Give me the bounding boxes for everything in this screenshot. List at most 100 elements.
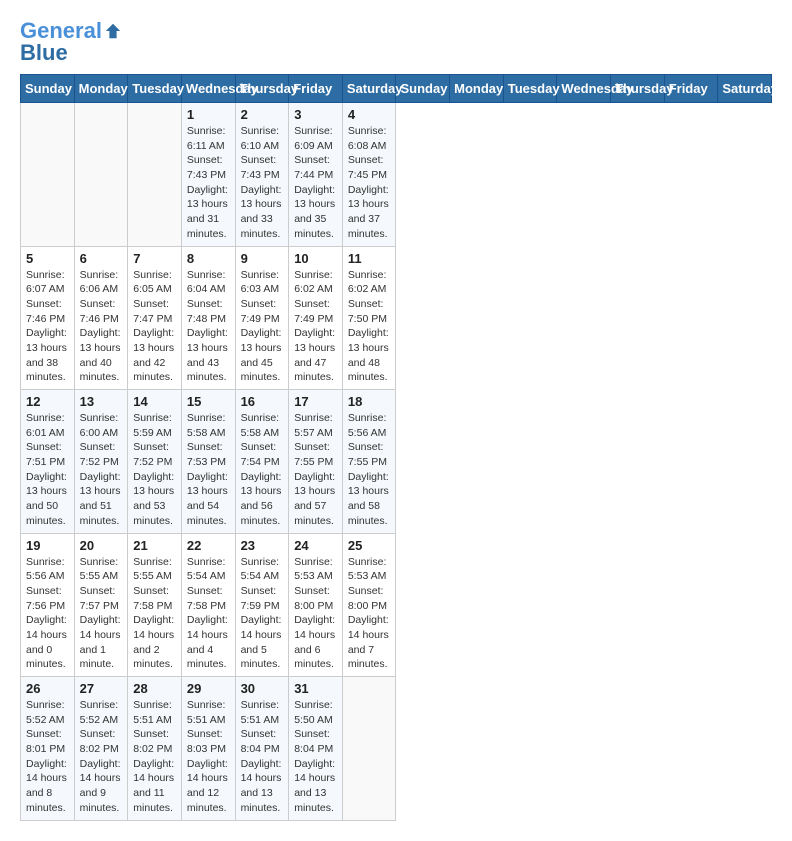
calendar-cell: [21, 103, 75, 247]
day-info: Sunrise: 5:52 AM Sunset: 8:02 PM Dayligh…: [80, 698, 123, 816]
calendar-cell: 15 Sunrise: 5:58 AM Sunset: 7:53 PM Dayli…: [181, 390, 235, 534]
day-info: Sunrise: 6:02 AM Sunset: 7:50 PM Dayligh…: [348, 268, 391, 386]
calendar-cell: 4 Sunrise: 6:08 AM Sunset: 7:45 PM Daylig…: [342, 103, 396, 247]
day-number: 4: [348, 107, 391, 122]
day-number: 31: [294, 681, 337, 696]
day-number: 9: [241, 251, 284, 266]
day-info: Sunrise: 6:10 AM Sunset: 7:43 PM Dayligh…: [241, 124, 284, 242]
day-number: 15: [187, 394, 230, 409]
calendar-cell: 7Sunrise: 6:05 AM Sunset: 7:47 PM Daylig…: [128, 246, 182, 390]
day-info: Sunrise: 5:55 AM Sunset: 7:58 PM Dayligh…: [133, 555, 176, 673]
day-number: 12: [26, 394, 69, 409]
calendar-cell: 12 Sunrise: 6:01 AM Sunset: 7:51 PM Dayli…: [21, 390, 75, 534]
calendar-cell: 21Sunrise: 5:55 AM Sunset: 7:58 PM Dayli…: [128, 533, 182, 677]
day-of-week-header: Monday: [74, 75, 128, 103]
day-number: 16: [241, 394, 284, 409]
day-info: Sunrise: 5:51 AM Sunset: 8:03 PM Dayligh…: [187, 698, 230, 816]
day-number: 27: [80, 681, 123, 696]
day-of-week-header: Thursday: [611, 75, 665, 103]
calendar-cell: 24 Sunrise: 5:53 AM Sunset: 8:00 PM Dayli…: [289, 533, 343, 677]
calendar-cell: 16 Sunrise: 5:58 AM Sunset: 7:54 PM Dayli…: [235, 390, 289, 534]
day-number: 23: [241, 538, 284, 553]
day-info: Sunrise: 5:54 AM Sunset: 7:59 PM Dayligh…: [241, 555, 284, 673]
calendar-cell: 19Sunrise: 5:56 AM Sunset: 7:56 PM Dayli…: [21, 533, 75, 677]
calendar-cell: 11 Sunrise: 6:02 AM Sunset: 7:50 PM Dayli…: [342, 246, 396, 390]
calendar-cell: 29 Sunrise: 5:51 AM Sunset: 8:03 PM Dayli…: [181, 677, 235, 821]
logo-blue: Blue: [20, 42, 122, 64]
day-number: 8: [187, 251, 230, 266]
day-info: Sunrise: 5:53 AM Sunset: 8:00 PM Dayligh…: [348, 555, 391, 673]
day-info: Sunrise: 5:51 AM Sunset: 8:04 PM Dayligh…: [241, 698, 284, 816]
day-number: 5: [26, 251, 69, 266]
day-number: 29: [187, 681, 230, 696]
calendar-cell: 23 Sunrise: 5:54 AM Sunset: 7:59 PM Dayli…: [235, 533, 289, 677]
day-number: 10: [294, 251, 337, 266]
calendar-cell: 2Sunrise: 6:10 AM Sunset: 7:43 PM Daylig…: [235, 103, 289, 247]
day-of-week-header: Friday: [289, 75, 343, 103]
day-of-week-header: Saturday: [718, 75, 772, 103]
calendar-cell: 13 Sunrise: 6:00 AM Sunset: 7:52 PM Dayli…: [74, 390, 128, 534]
calendar-cell: 25 Sunrise: 5:53 AM Sunset: 8:00 PM Dayli…: [342, 533, 396, 677]
calendar-table: SundayMondayTuesdayWednesdayThursdayFrid…: [20, 74, 772, 821]
calendar-cell: 20Sunrise: 5:55 AM Sunset: 7:57 PM Dayli…: [74, 533, 128, 677]
day-number: 22: [187, 538, 230, 553]
day-number: 6: [80, 251, 123, 266]
calendar-cell: 14 Sunrise: 5:59 AM Sunset: 7:52 PM Dayli…: [128, 390, 182, 534]
logo-icon: [104, 22, 122, 40]
day-number: 26: [26, 681, 69, 696]
day-number: 17: [294, 394, 337, 409]
day-number: 30: [241, 681, 284, 696]
day-info: Sunrise: 6:00 AM Sunset: 7:52 PM Dayligh…: [80, 411, 123, 529]
day-info: Sunrise: 5:58 AM Sunset: 7:54 PM Dayligh…: [241, 411, 284, 529]
calendar-week-row: 5 Sunrise: 6:07 AM Sunset: 7:46 PM Daylig…: [21, 246, 772, 390]
calendar-cell: 28Sunrise: 5:51 AM Sunset: 8:02 PM Dayli…: [128, 677, 182, 821]
calendar-cell: 17 Sunrise: 5:57 AM Sunset: 7:55 PM Dayli…: [289, 390, 343, 534]
day-number: 20: [80, 538, 123, 553]
calendar-week-row: 12 Sunrise: 6:01 AM Sunset: 7:51 PM Dayli…: [21, 390, 772, 534]
day-number: 24: [294, 538, 337, 553]
day-info: Sunrise: 6:08 AM Sunset: 7:45 PM Dayligh…: [348, 124, 391, 242]
page-header: General Blue: [20, 20, 772, 64]
calendar-cell: 5 Sunrise: 6:07 AM Sunset: 7:46 PM Daylig…: [21, 246, 75, 390]
calendar-cell: 22Sunrise: 5:54 AM Sunset: 7:58 PM Dayli…: [181, 533, 235, 677]
day-number: 11: [348, 251, 391, 266]
day-info: Sunrise: 6:09 AM Sunset: 7:44 PM Dayligh…: [294, 124, 337, 242]
day-info: Sunrise: 5:57 AM Sunset: 7:55 PM Dayligh…: [294, 411, 337, 529]
day-info: Sunrise: 5:52 AM Sunset: 8:01 PM Dayligh…: [26, 698, 69, 816]
day-info: Sunrise: 5:56 AM Sunset: 7:56 PM Dayligh…: [26, 555, 69, 673]
day-of-week-header: Tuesday: [503, 75, 557, 103]
day-number: 7: [133, 251, 176, 266]
calendar-week-row: 26 Sunrise: 5:52 AM Sunset: 8:01 PM Dayli…: [21, 677, 772, 821]
calendar-cell: 10 Sunrise: 6:02 AM Sunset: 7:49 PM Dayli…: [289, 246, 343, 390]
day-of-week-header: Sunday: [396, 75, 450, 103]
day-number: 1: [187, 107, 230, 122]
calendar-cell: 27 Sunrise: 5:52 AM Sunset: 8:02 PM Dayli…: [74, 677, 128, 821]
day-number: 3: [294, 107, 337, 122]
calendar-cell: 31Sunrise: 5:50 AM Sunset: 8:04 PM Dayli…: [289, 677, 343, 821]
day-info: Sunrise: 5:56 AM Sunset: 7:55 PM Dayligh…: [348, 411, 391, 529]
calendar-week-row: 1 Sunrise: 6:11 AM Sunset: 7:43 PM Daylig…: [21, 103, 772, 247]
calendar-cell: [342, 677, 396, 821]
day-of-week-header: Wednesday: [557, 75, 611, 103]
calendar-cell: 9Sunrise: 6:03 AM Sunset: 7:49 PM Daylig…: [235, 246, 289, 390]
day-info: Sunrise: 6:11 AM Sunset: 7:43 PM Dayligh…: [187, 124, 230, 242]
day-of-week-header: Monday: [450, 75, 504, 103]
calendar-cell: 8 Sunrise: 6:04 AM Sunset: 7:48 PM Daylig…: [181, 246, 235, 390]
day-info: Sunrise: 6:02 AM Sunset: 7:49 PM Dayligh…: [294, 268, 337, 386]
day-info: Sunrise: 6:07 AM Sunset: 7:46 PM Dayligh…: [26, 268, 69, 386]
day-info: Sunrise: 6:01 AM Sunset: 7:51 PM Dayligh…: [26, 411, 69, 529]
day-of-week-header: Wednesday: [181, 75, 235, 103]
day-number: 18: [348, 394, 391, 409]
day-info: Sunrise: 5:58 AM Sunset: 7:53 PM Dayligh…: [187, 411, 230, 529]
day-number: 13: [80, 394, 123, 409]
day-number: 14: [133, 394, 176, 409]
day-info: Sunrise: 5:59 AM Sunset: 7:52 PM Dayligh…: [133, 411, 176, 529]
day-info: Sunrise: 6:06 AM Sunset: 7:46 PM Dayligh…: [80, 268, 123, 386]
day-info: Sunrise: 6:04 AM Sunset: 7:48 PM Dayligh…: [187, 268, 230, 386]
day-number: 28: [133, 681, 176, 696]
calendar-cell: [74, 103, 128, 247]
logo-text: General: [20, 20, 102, 42]
day-number: 25: [348, 538, 391, 553]
day-of-week-header: Saturday: [342, 75, 396, 103]
day-info: Sunrise: 5:53 AM Sunset: 8:00 PM Dayligh…: [294, 555, 337, 673]
